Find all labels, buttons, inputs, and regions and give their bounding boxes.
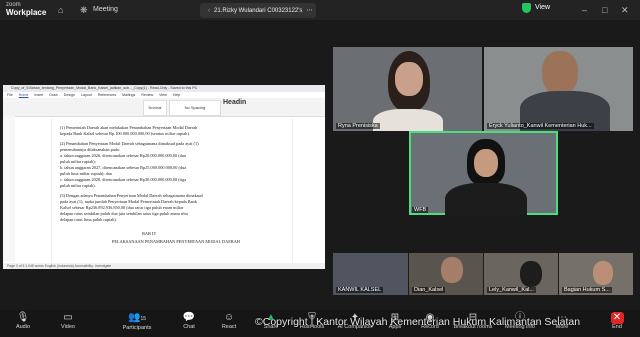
back-icon[interactable]: ‹: [208, 8, 210, 14]
shared-screen-title: 21.Rizky Wulandari C00323122's: [214, 7, 303, 14]
doc-line: puluh miliar rupiah);: [60, 159, 96, 164]
meeting-icon[interactable]: ❋: [80, 5, 88, 16]
share-tab[interactable]: ‹ 21.Rizky Wulandari C00323122's ⋯: [200, 3, 317, 18]
chat-button[interactable]: 💬 Chat: [171, 312, 207, 330]
participant-face: [593, 261, 613, 285]
doc-line: delapan ratus lima puluh rupiah).: [60, 217, 117, 222]
participant-tile[interactable]: Lely_Kanwil_Kal...: [484, 253, 558, 295]
participant-face: [395, 62, 423, 96]
zoom-logo: zoom Workplace: [6, 2, 47, 17]
mic-muted-icon: 🎙: [16, 312, 30, 323]
participant-name: WFB: [412, 207, 429, 213]
style-no-spacing[interactable]: No Spacing: [169, 100, 221, 116]
participant-tile[interactable]: Eryck Yulianto_Kanwil Kementerian Huk...: [484, 47, 633, 131]
maximize-icon[interactable]: □: [602, 5, 607, 15]
doc-line: b. tahun anggaran 2027, direncanakan seb…: [60, 165, 187, 170]
participant-tile[interactable]: Dian_Kalsel: [409, 253, 483, 295]
doc-line: Kalsel sebesar Rp236.892.936.850,00 (dua…: [60, 205, 184, 210]
participant-face: [520, 261, 542, 287]
shared-screen: Copy_of_5.Bahan_tentang_Penyertaan_Modal…: [0, 20, 330, 310]
participant-face: [542, 51, 578, 95]
doc-line: puluh lima miliar rupiah); dan: [60, 171, 112, 176]
participant-face: [474, 149, 498, 177]
view-button[interactable]: View: [535, 4, 550, 11]
doc-line: PELAKSANAAN PENAMBAHAN PENYERTAAN MODAL …: [112, 239, 240, 244]
doc-line: puluh miliar rupiah).: [60, 183, 96, 188]
participant-name: Bagian Hukum S...: [562, 287, 612, 293]
doc-line: (3) Dengan adanya Penambahan Penyertaan …: [60, 193, 203, 198]
doc-line: pemenuhannya dilaksanakan pada:: [60, 147, 120, 152]
doc-line: kepada Bank Kalsel sebesar Rp.100.000.00…: [60, 131, 190, 136]
title-bar: zoom Workplace ⌂ ❋ Meeting ‹ 21.Rizky Wu…: [0, 0, 640, 20]
doc-line: c. tahun anggaran 2028, direncanakan seb…: [60, 177, 187, 182]
doc-line: (1) Pemerintah Daerah akan melakukan Pen…: [60, 125, 198, 130]
doc-title: Copy_of_5.Bahan_tentang_Penyertaan_Modal…: [3, 85, 325, 92]
style-normal[interactable]: Normal: [143, 100, 167, 116]
participant-body: [445, 183, 527, 215]
minimize-icon[interactable]: –: [582, 5, 587, 15]
end-button[interactable]: ✕ End: [599, 312, 635, 330]
participants-icon: 👥15: [127, 312, 146, 323]
participant-tile[interactable]: Bagian Hukum S...: [559, 253, 633, 295]
active-speaker-tile[interactable]: WFB: [409, 131, 558, 215]
doc-nav-pane: [3, 116, 15, 262]
chat-icon: 💬: [182, 312, 196, 323]
react-button[interactable]: ☺ React: [211, 312, 247, 330]
smile-icon: ☺: [223, 312, 235, 323]
video-button[interactable]: ▭ Video: [50, 312, 86, 330]
style-heading[interactable]: Headin: [223, 99, 246, 106]
audio-button[interactable]: 🎙 Audio: [5, 312, 41, 330]
meeting-label[interactable]: Meeting: [93, 6, 118, 13]
participant-tile[interactable]: Ryna Prenisiska: [333, 47, 482, 131]
doc-line: pada ayat (1), maka jumlah Penyertaan Mo…: [60, 199, 197, 204]
doc-page[interactable]: (1) Pemerintah Daerah akan melakukan Pen…: [51, 119, 293, 264]
participant-tile[interactable]: KANWIL KALSEL: [333, 253, 408, 295]
participant-name: Lely_Kanwil_Kal...: [487, 287, 536, 293]
doc-line: BAB IV: [142, 231, 157, 236]
close-icon[interactable]: ✕: [621, 5, 629, 16]
participant-name: Ryna Prenisiska: [336, 123, 380, 129]
participant-name: Dian_Kalsel: [412, 287, 446, 293]
home-icon[interactable]: ⌂: [58, 5, 63, 15]
doc-status-bar: Page 3 of 5 1,045 words English (Indones…: [3, 263, 325, 269]
copyright-watermark: ©Copyright | Kantor Wilayah Kementerian …: [255, 316, 581, 328]
participant-name: KANWIL KALSEL: [336, 287, 384, 293]
doc-line: a. tahun anggaran 2026, direncanakan seb…: [60, 153, 186, 158]
doc-line: delapan ratus sembilan puluh dua juta se…: [60, 211, 188, 216]
participant-face: [441, 257, 463, 283]
word-document-window: Copy_of_5.Bahan_tentang_Penyertaan_Modal…: [3, 85, 325, 269]
camera-icon: ▭: [63, 312, 73, 323]
more-dots-icon[interactable]: ⋯: [306, 7, 312, 14]
shield-icon: [522, 3, 531, 13]
participants-button[interactable]: 👥15 Participants: [119, 312, 155, 331]
doc-line: (2) Penambahan Penyertaan Modal Daerah s…: [60, 141, 199, 146]
doc-ribbon: Normal No Spacing Headin: [3, 98, 325, 117]
end-icon: ✕: [610, 312, 624, 324]
participant-body: [373, 109, 443, 131]
participant-name: Eryck Yulianto_Kanwil Kementerian Huk...: [487, 123, 594, 129]
